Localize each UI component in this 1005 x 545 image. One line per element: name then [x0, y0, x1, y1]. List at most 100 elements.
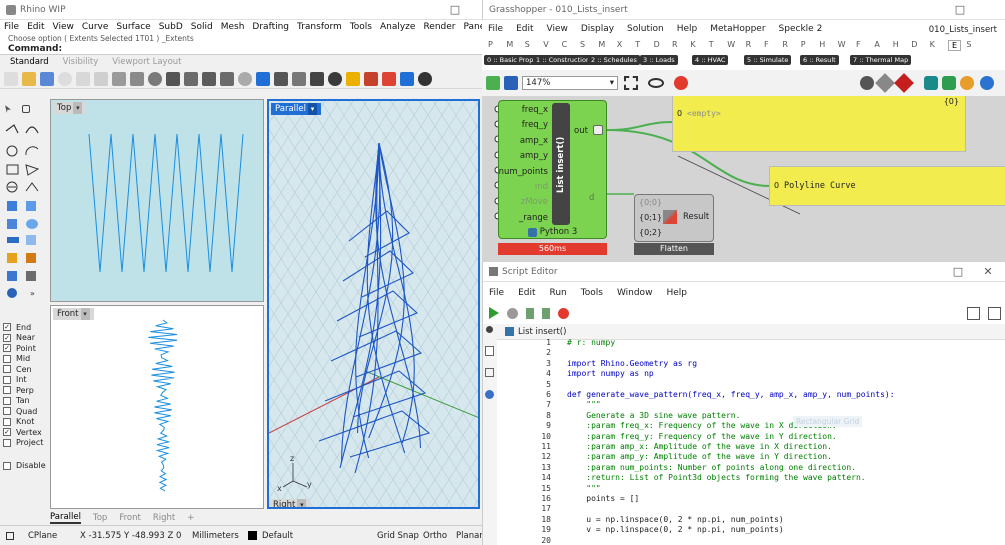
viewport-tab[interactable]: + [187, 513, 194, 523]
python-input[interactable]: amp_y [520, 151, 548, 161]
gh-tab[interactable]: H [893, 40, 899, 49]
explorer-icon[interactable] [486, 326, 493, 333]
gh-tab[interactable]: P [801, 40, 806, 49]
pages-icon[interactable] [485, 368, 494, 377]
osnap-checkbox[interactable] [3, 386, 11, 395]
editor-menu-item[interactable]: File [489, 288, 504, 298]
menu-item[interactable]: Tools [350, 22, 372, 32]
zoom-extents-icon[interactable] [624, 76, 638, 90]
python-input[interactable]: ind [535, 182, 548, 192]
gh-menu-item[interactable]: Display [581, 24, 614, 34]
zoom-window-icon[interactable] [202, 71, 216, 86]
plugin-icon[interactable] [942, 76, 956, 90]
chevron-down-icon[interactable]: ▾ [73, 102, 83, 114]
gh-tab[interactable]: D [654, 40, 660, 49]
gh-group[interactable]: 5 :: Simulate [744, 55, 792, 65]
zoom-extents-icon[interactable] [220, 71, 234, 86]
disable-checkbox[interactable] [3, 461, 11, 470]
code-editor[interactable]: 1 # r: numpy 2 3 import Rhino.Geometry as rg… [505, 338, 1005, 545]
top-viewport[interactable]: Top ▾ [50, 99, 264, 302]
gh-tab[interactable]: H [819, 40, 825, 49]
output-out[interactable]: out [574, 126, 588, 136]
osnap-item[interactable]: Knot [0, 417, 48, 428]
undo-icon[interactable] [130, 71, 144, 86]
menu-item[interactable]: Mesh [221, 22, 245, 32]
top-viewport-label[interactable]: Top ▾ [53, 102, 87, 114]
minimize-button[interactable]: □ [440, 0, 470, 20]
tool-icons[interactable]: » [4, 121, 44, 301]
gh-tab[interactable]: R [672, 40, 678, 49]
print-icon[interactable] [58, 71, 72, 86]
panel-polyline[interactable]: 0 Polyline Curve [769, 166, 1005, 206]
editor-menu-item[interactable]: Edit [518, 288, 535, 298]
menu-item[interactable]: Paneling Tools [464, 22, 483, 32]
gh-tab[interactable]: M [506, 40, 513, 49]
gh-tab[interactable]: C [562, 40, 568, 49]
menu-item[interactable]: SubD [159, 22, 183, 32]
copy-icon[interactable] [94, 71, 108, 86]
osnap-checkbox[interactable] [3, 417, 11, 426]
python-input[interactable]: num_points [499, 167, 548, 177]
gh-tab[interactable]: F [764, 40, 769, 49]
menu-item[interactable]: Edit [27, 22, 44, 32]
osnap-checkbox[interactable]: ✓ [3, 428, 11, 437]
menu-item[interactable]: Drafting [252, 22, 289, 32]
gh-tab[interactable]: X [617, 40, 622, 49]
close-button[interactable]: ✕ [973, 262, 1003, 282]
flatten-path-input[interactable]: {0;0} [639, 198, 662, 207]
gh-tab[interactable]: P [488, 40, 493, 49]
units-label[interactable]: Millimeters [192, 531, 239, 541]
osnap-checkbox[interactable] [3, 375, 11, 384]
gh-tab[interactable]: K [930, 40, 935, 49]
plugin-icon[interactable] [924, 76, 938, 90]
viewport-tab[interactable]: Parallel [50, 512, 81, 524]
select-box-icon[interactable] [22, 105, 30, 113]
menu-item[interactable]: File [4, 22, 19, 32]
osnap-checkbox[interactable]: ✓ [3, 344, 11, 353]
gh-group[interactable]: 4 :: HVAC [692, 55, 729, 65]
gh-tab[interactable]: R [782, 40, 788, 49]
open-file-icon[interactable] [22, 71, 36, 86]
menu-item[interactable]: Transform [297, 22, 342, 32]
front-viewport[interactable]: Front ▾ [50, 305, 264, 509]
chevron-down-icon[interactable]: ▾ [297, 499, 307, 507]
gh-tab[interactable]: E [948, 40, 962, 51]
osnap-item[interactable]: Cen [0, 364, 48, 375]
preview-eye-icon[interactable] [648, 78, 664, 88]
gh-tab[interactable]: V [543, 40, 548, 49]
editor-menu-item[interactable]: Help [666, 288, 687, 298]
gh-tab[interactable]: T [709, 40, 714, 49]
light-icon[interactable] [346, 71, 360, 86]
save-file-icon[interactable] [504, 76, 518, 90]
menu-item[interactable]: View [53, 22, 74, 32]
plugin-icon[interactable] [960, 76, 974, 90]
gh-tab[interactable]: K [690, 40, 695, 49]
preview-selected-icon[interactable] [894, 73, 914, 93]
osnap-item[interactable]: Int [0, 375, 48, 386]
plugin-icon[interactable] [980, 76, 994, 90]
gh-menu-item[interactable]: Help [677, 24, 698, 34]
gh-menu-item[interactable]: MetaHopper [710, 24, 765, 34]
zoom-select[interactable]: 147% ▾ [522, 76, 618, 90]
parallel-viewport[interactable]: z y x Parallel ▾ Right ▾ [267, 99, 480, 509]
osnap-checkbox[interactable]: ✓ [3, 333, 11, 342]
preview-shaded-icon[interactable] [875, 73, 895, 93]
gh-group[interactable]: 7 :: Thermal Map [850, 55, 912, 65]
command-prompt[interactable]: Command: [0, 43, 482, 55]
gh-tab[interactable]: S [966, 40, 971, 49]
chevron-down-icon[interactable]: ▾ [80, 308, 90, 320]
chevron-down-icon[interactable]: ▾ [307, 103, 317, 115]
editor-menu-item[interactable]: Window [617, 288, 653, 298]
stop-icon[interactable] [558, 307, 569, 319]
gh-menu-item[interactable]: File [488, 24, 503, 34]
select-arrow-icon[interactable] [5, 105, 11, 113]
save-icon[interactable] [40, 71, 54, 86]
viewport-tab[interactable]: Top [93, 513, 107, 523]
menu-item[interactable]: Curve [82, 22, 109, 32]
osnap-disable[interactable]: Disable [3, 461, 46, 470]
toolbar-tab[interactable]: Visibility [63, 57, 99, 67]
osnap-icon[interactable] [310, 71, 324, 86]
preview-mode-icon[interactable] [860, 76, 874, 90]
python-input[interactable]: freq_y [522, 120, 548, 130]
debug-icon[interactable] [507, 307, 518, 319]
